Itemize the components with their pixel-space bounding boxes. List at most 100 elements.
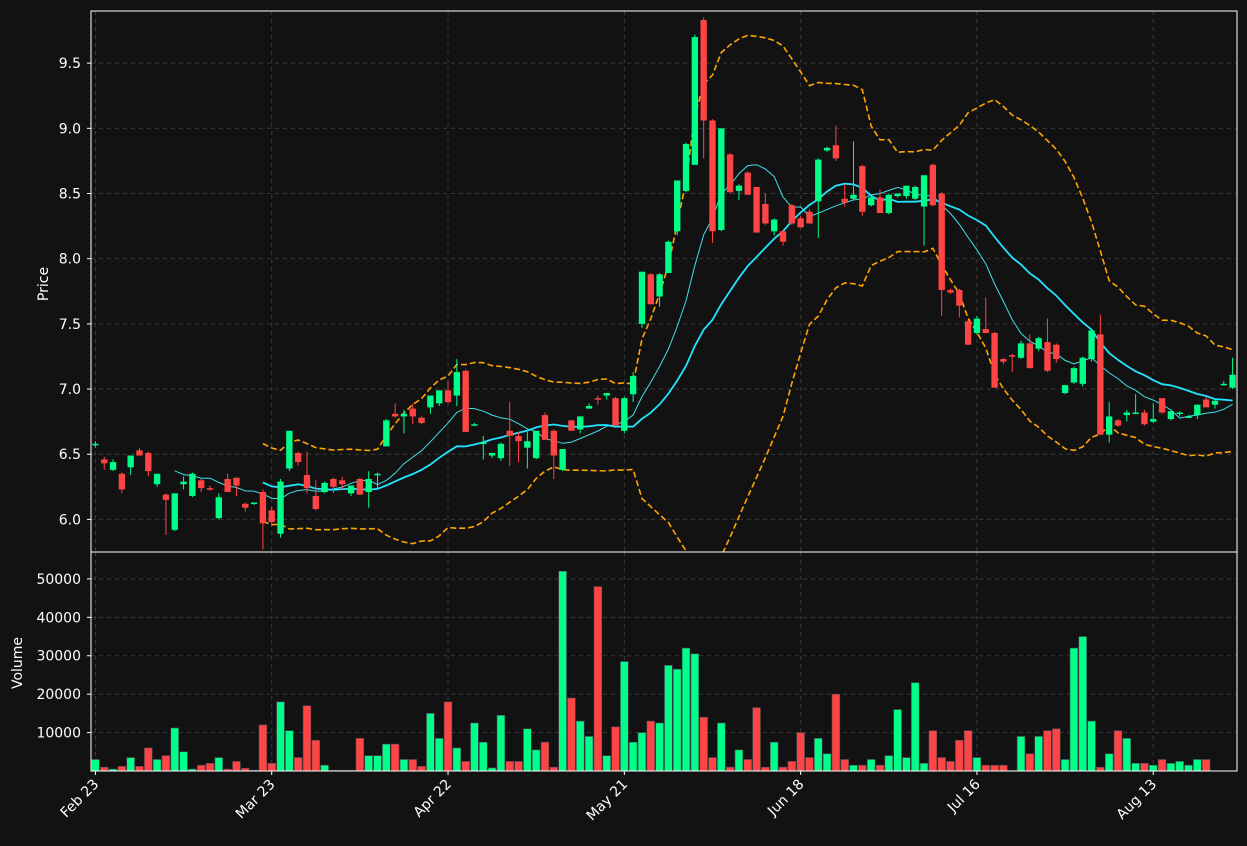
- candle-body: [224, 478, 231, 493]
- volume-bar: [1060, 759, 1070, 772]
- candle: [912, 185, 919, 201]
- candle-body: [136, 450, 143, 456]
- volume-bar: [311, 739, 320, 772]
- candle-body: [374, 473, 381, 476]
- candle-body: [938, 193, 945, 290]
- volume-bar: [505, 761, 514, 772]
- volume-tick-label: 20000: [36, 687, 81, 703]
- volume-bar: [1201, 759, 1211, 772]
- candle-body: [1194, 404, 1201, 416]
- volume-bar: [196, 764, 206, 772]
- candle-body: [1061, 385, 1069, 393]
- volume-bar: [690, 653, 700, 772]
- candle-body: [577, 416, 584, 430]
- candle-body: [867, 197, 875, 206]
- volume-bar: [179, 751, 188, 772]
- candle-body: [189, 473, 196, 496]
- volume-bar: [549, 766, 559, 772]
- candle: [462, 369, 469, 433]
- candle-body: [806, 211, 813, 224]
- volume-bar: [152, 759, 162, 772]
- candle-body: [462, 370, 469, 433]
- volume-bar: [981, 764, 990, 772]
- candle-body: [444, 390, 452, 403]
- candle-body: [1114, 420, 1122, 426]
- candle-body: [629, 376, 637, 395]
- candle: [859, 164, 866, 216]
- candle: [665, 240, 672, 274]
- volume-bar: [787, 761, 797, 772]
- candle-body: [294, 452, 302, 463]
- candle-body: [242, 503, 249, 508]
- volume-bar: [293, 757, 303, 772]
- volume-bar: [937, 757, 946, 772]
- volume-bar: [1016, 736, 1026, 772]
- candle-body: [850, 194, 857, 199]
- candle-body: [1017, 343, 1025, 358]
- candle: [1158, 398, 1166, 414]
- volume-bar: [646, 720, 655, 772]
- volume-bar: [584, 736, 594, 772]
- candle-body: [524, 441, 531, 448]
- candle-body: [674, 180, 681, 232]
- volume-bar: [373, 755, 382, 772]
- volume-bar: [479, 741, 488, 772]
- volume-bar: [752, 707, 761, 772]
- volume-bar: [840, 759, 849, 772]
- candle-body: [991, 332, 998, 388]
- candle-body: [956, 289, 963, 306]
- candle-body: [771, 219, 778, 232]
- volume-bar: [514, 761, 523, 772]
- volume-bar: [628, 741, 638, 772]
- volume-bar: [620, 661, 629, 772]
- volume-bar: [267, 763, 276, 772]
- candle: [867, 196, 875, 207]
- candle-body: [356, 478, 364, 495]
- candle: [647, 273, 654, 305]
- candle-body: [903, 185, 910, 197]
- candle-body: [206, 488, 214, 490]
- candle: [621, 396, 628, 434]
- candle: [533, 430, 540, 460]
- volume-bar: [999, 764, 1008, 772]
- candle-body: [497, 443, 505, 459]
- candle-body: [400, 413, 408, 417]
- price-tick-label: 8.0: [59, 252, 81, 268]
- volume-bar: [1131, 763, 1140, 772]
- volume-bar: [1025, 753, 1035, 772]
- volume-bar: [461, 761, 470, 772]
- volume-bar: [699, 716, 708, 772]
- candle-body: [691, 37, 699, 165]
- candle-body: [947, 289, 954, 293]
- candle-body: [682, 143, 690, 191]
- candle-body: [550, 430, 557, 456]
- volume-bar: [576, 720, 585, 772]
- volume-bar: [117, 766, 127, 772]
- candle-body: [506, 430, 513, 436]
- volume-bar: [734, 749, 744, 772]
- candle-body: [1176, 412, 1183, 415]
- candle-body: [920, 175, 928, 207]
- candle-body: [973, 318, 981, 333]
- volume-bar: [496, 714, 506, 772]
- volume-bar: [893, 709, 902, 772]
- candle: [612, 396, 619, 426]
- candle-body: [700, 20, 707, 121]
- candle-body: [233, 477, 240, 486]
- candle-body: [762, 203, 769, 224]
- volume-bar: [955, 739, 964, 772]
- volume-bar: [170, 727, 179, 772]
- volume-bar: [135, 766, 144, 772]
- candle-body: [603, 392, 610, 396]
- candle-body: [1035, 338, 1042, 349]
- volume-bar: [434, 738, 444, 772]
- candle: [541, 412, 549, 440]
- volume-bar: [285, 730, 294, 772]
- volume-bar: [681, 647, 691, 772]
- volume-bar: [408, 759, 417, 772]
- candle: [1167, 411, 1175, 421]
- candle-body: [365, 478, 372, 493]
- volume-bar: [655, 722, 664, 772]
- candle-body: [1220, 383, 1227, 386]
- candle-body: [303, 475, 311, 489]
